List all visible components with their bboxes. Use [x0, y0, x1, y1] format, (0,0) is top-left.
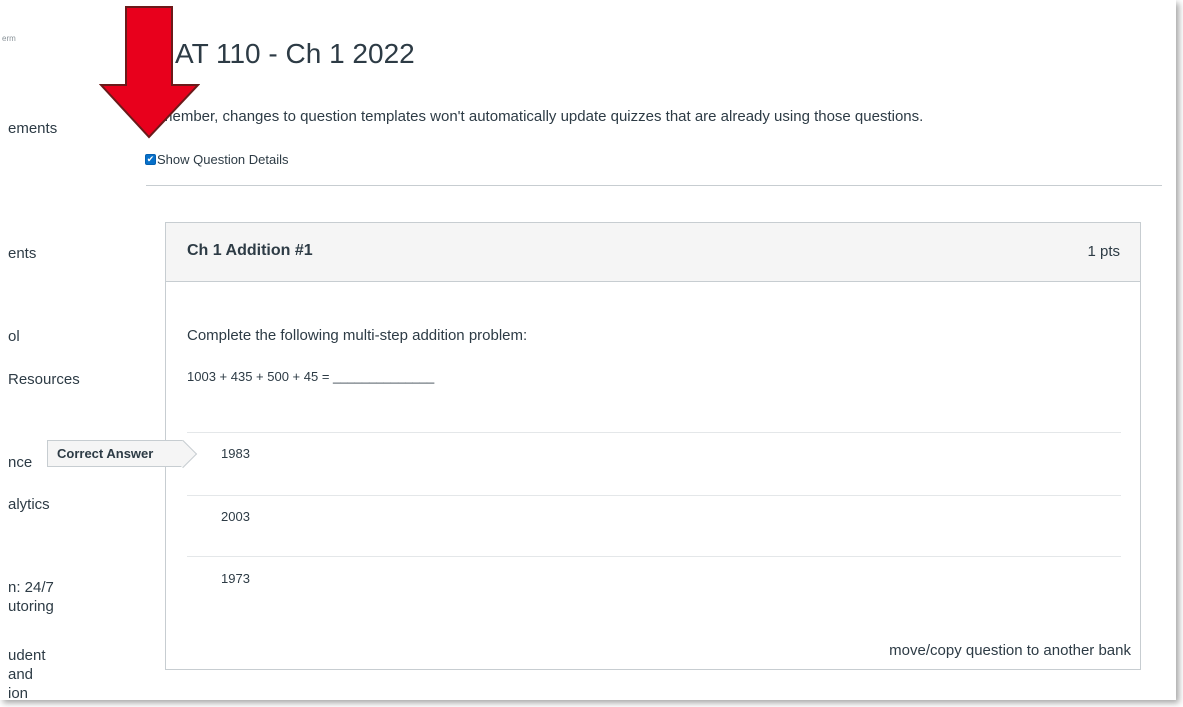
- correct-answer-label: Correct Answer: [57, 446, 154, 461]
- question-points: 1 pts: [1087, 243, 1120, 260]
- checkbox-checked-icon[interactable]: ✔: [145, 154, 156, 165]
- nav-item-tutoring[interactable]: n: 24/7 utoring: [8, 578, 54, 616]
- nav-item-attendance[interactable]: nce: [8, 453, 32, 472]
- nav-item-assignments[interactable]: ents: [8, 244, 36, 263]
- answer-option: 1973: [221, 571, 250, 586]
- nav-caption: erm: [2, 34, 16, 43]
- question-prompt: Complete the following multi-step additi…: [187, 327, 528, 344]
- nav-item-tool[interactable]: ol: [8, 327, 20, 346]
- correct-answer-tag: Correct Answer: [47, 440, 183, 467]
- move-copy-question-link[interactable]: move/copy question to another bank: [889, 642, 1131, 659]
- answer-divider: [187, 432, 1121, 433]
- screenshot-frame: erm ements ents ol Resources nce alytics…: [0, 0, 1176, 700]
- template-notice: member, changes to question templates wo…: [160, 108, 924, 125]
- page-title: AT 110 - Ch 1 2022: [175, 38, 415, 69]
- annotation-arrow-icon: [99, 6, 200, 139]
- nav-item-analytics[interactable]: alytics: [8, 495, 50, 514]
- answer-divider: [187, 556, 1121, 557]
- question-header: Ch 1 Addition #1 1 pts: [166, 223, 1140, 282]
- divider: [146, 185, 1162, 186]
- answer-divider: [187, 495, 1121, 496]
- question-card: Ch 1 Addition #1 1 pts Complete the foll…: [165, 222, 1141, 670]
- nav-item-announcements[interactable]: ements: [8, 119, 57, 138]
- question-equation: 1003 + 435 + 500 + 45 = ______________: [187, 369, 435, 384]
- nav-item-student-resources[interactable]: udent and ion: [8, 646, 46, 700]
- answer-option: 2003: [221, 509, 250, 524]
- answer-option-correct: 1983: [221, 446, 250, 461]
- nav-item-resources[interactable]: Resources: [8, 370, 80, 389]
- question-name: Ch 1 Addition #1: [187, 242, 313, 259]
- show-details-label: Show Question Details: [157, 152, 289, 167]
- show-question-details-toggle[interactable]: ✔ Show Question Details: [145, 152, 289, 167]
